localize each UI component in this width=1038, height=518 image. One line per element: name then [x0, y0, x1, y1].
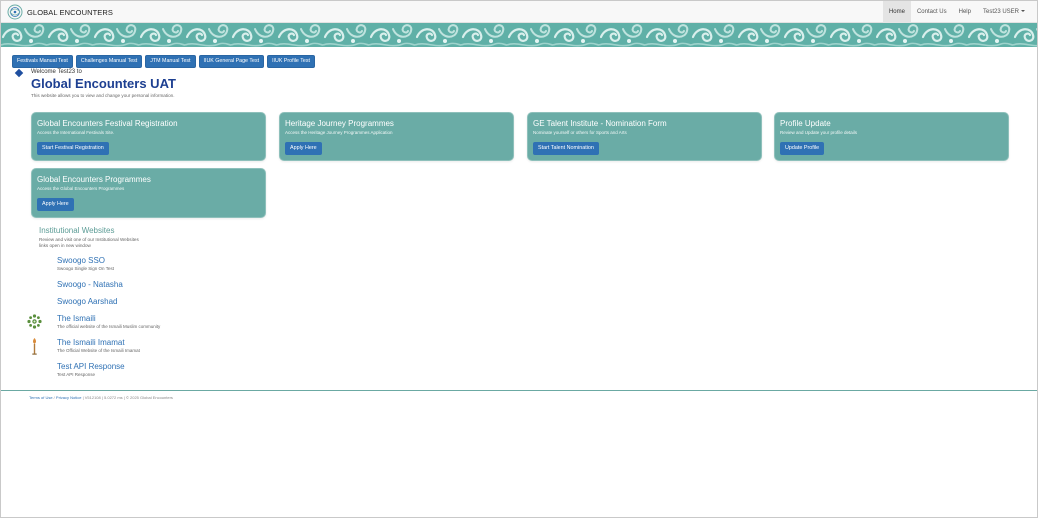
card-title: Global Encounters Festival Registration — [37, 119, 178, 128]
banner-pattern — [1, 23, 1037, 47]
card-title: Global Encounters Programmes — [37, 175, 151, 184]
decorative-banner — [1, 23, 1037, 47]
card-title: Profile Update — [780, 119, 831, 128]
footer-divider — [1, 390, 1037, 391]
institutional-desc-line-2: links open in new window — [39, 243, 91, 248]
main-nav: Home Contact Us Help Test23 USER — [882, 1, 1031, 23]
jtm-manual-test-button[interactable]: JTM Manual Test — [145, 55, 196, 68]
top-navbar: GLOBAL ENCOUNTERS Home Contact Us Help T… — [1, 1, 1037, 23]
link-swoogo-aarshad: Swoogo Aarshad — [57, 297, 118, 306]
link-title[interactable]: Test API Response — [57, 362, 125, 371]
heritage-journey-card: Heritage Journey Programmes Access the H… — [279, 112, 514, 161]
brand-name: GLOBAL ENCOUNTERS — [27, 7, 114, 17]
card-title: Heritage Journey Programmes — [285, 119, 394, 128]
card-description: Access the International Festivals Site. — [37, 130, 115, 135]
footer: Terms of Use / Privacy Notice | V512108 … — [29, 395, 173, 400]
caret-down-icon — [1021, 10, 1025, 13]
link-swoogo-natasha: Swoogo - Natasha — [57, 280, 123, 289]
diamond-icon — [14, 68, 24, 78]
page-subtitle: This website allows you to view and chan… — [31, 93, 175, 98]
programmes-apply-here-button[interactable]: Apply Here — [37, 198, 74, 211]
link-title[interactable]: Swoogo Aarshad — [57, 297, 118, 306]
start-talent-nomination-button[interactable]: Start Talent Nomination — [533, 142, 599, 155]
link-description: The official website of the Ismaili Musl… — [57, 324, 161, 329]
imamat-torch-icon — [32, 338, 37, 355]
user-menu-label: Test23 USER — [982, 9, 1019, 15]
link-title[interactable]: The Ismaili — [57, 314, 160, 323]
brand[interactable]: GLOBAL ENCOUNTERS — [7, 4, 113, 20]
talent-nomination-card: GE Talent Institute - Nomination Form No… — [527, 112, 762, 161]
privacy-notice-link[interactable]: Privacy Notice — [56, 395, 82, 400]
link-title[interactable]: Swoogo - Natasha — [57, 280, 123, 289]
link-the-ismaili-imamat: The Ismaili Imamat The Official Website … — [57, 338, 140, 353]
link-the-ismaili: The Ismaili The official website of the … — [57, 314, 160, 329]
card-description: Nominate yourself or others for Sports a… — [533, 130, 627, 135]
terms-of-use-link[interactable]: Terms of Use — [29, 395, 53, 400]
link-test-api-response: Test API Response Test API Response — [57, 362, 125, 377]
link-title[interactable]: Swoogo SSO — [57, 256, 114, 265]
iiuk-general-page-test-button[interactable]: IIUK General Page Test — [198, 55, 265, 68]
page-title: Global Encounters UAT — [31, 76, 176, 91]
update-profile-button[interactable]: Update Profile — [780, 142, 825, 155]
institutional-websites-heading: Institutional Websites — [39, 226, 115, 235]
festival-registration-card: Global Encounters Festival Registration … — [31, 112, 266, 161]
card-description: Access the Heritage Journey Programmes A… — [285, 130, 393, 135]
link-description: Swoogo Single Sign On Test — [57, 266, 114, 271]
start-festival-registration-button[interactable]: Start Festival Registration — [37, 142, 109, 155]
welcome-text: Welcome Test23 to — [31, 69, 82, 75]
link-description: The Official Website of the Ismaili Imam… — [57, 348, 140, 353]
user-menu[interactable]: Test23 USER — [977, 1, 1031, 23]
link-title[interactable]: The Ismaili Imamat — [57, 338, 140, 347]
challenges-manual-test-button[interactable]: Challenges Manual Test — [75, 55, 143, 68]
festivals-manual-test-button[interactable]: Festivals Manual Test — [12, 55, 73, 68]
heritage-apply-here-button[interactable]: Apply Here — [285, 142, 322, 155]
programmes-card: Global Encounters Programmes Access the … — [31, 168, 266, 218]
link-description: Test API Response — [57, 372, 96, 377]
nav-contact-us[interactable]: Contact Us — [911, 1, 953, 23]
footer-info: | V512108 | 5.0272 ms | © 2025 Global En… — [81, 395, 173, 400]
card-description: Access the Global Encounters Programmes — [37, 186, 125, 191]
brand-logo-icon — [7, 4, 23, 20]
card-description: Review and Update your profile details — [780, 130, 858, 135]
iiuk-profile-test-button[interactable]: IIUK Profile Test — [267, 55, 315, 68]
institutional-websites-description: Review and visit one of our Institutiona… — [39, 237, 179, 249]
nav-home[interactable]: Home — [882, 1, 911, 23]
ismaili-emblem-icon — [27, 314, 42, 329]
card-title: GE Talent Institute - Nomination Form — [533, 119, 667, 128]
link-swoogo-sso: Swoogo SSO Swoogo Single Sign On Test — [57, 256, 114, 271]
nav-help[interactable]: Help — [953, 1, 977, 23]
profile-update-card: Profile Update Review and Update your pr… — [774, 112, 1009, 161]
test-button-bar: Festivals Manual Test Challenges Manual … — [12, 55, 315, 68]
